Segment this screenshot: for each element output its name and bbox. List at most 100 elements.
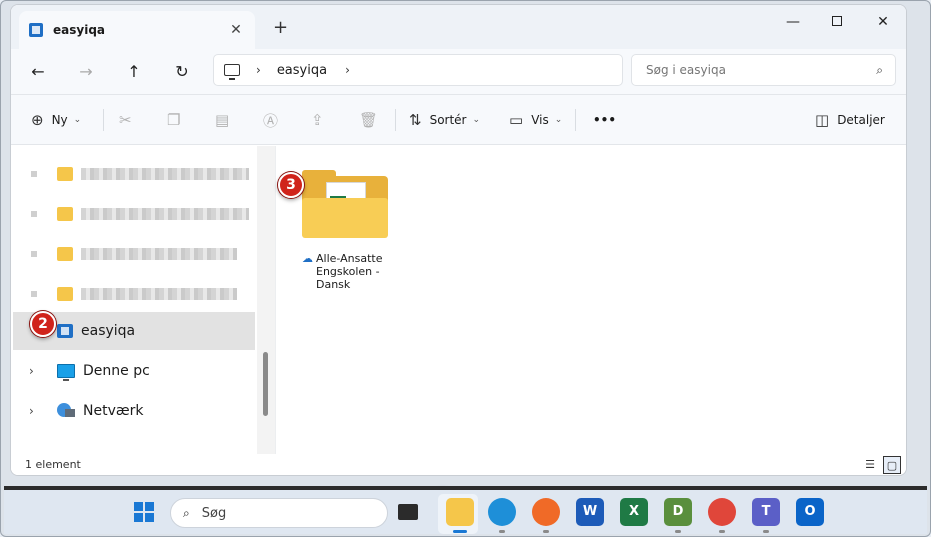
- breadcrumb-easyiqa[interactable]: easyiqa: [277, 63, 327, 78]
- new-button[interactable]: ⊕ Ny ⌄: [31, 107, 81, 133]
- running-indicator: [543, 530, 549, 533]
- cloud-status-icon: ☁: [302, 252, 313, 265]
- paste-button[interactable]: ▤: [215, 107, 229, 133]
- annotation-badge-2: 2: [30, 311, 56, 337]
- excel-icon[interactable]: X: [620, 498, 648, 526]
- share-button[interactable]: ⇪: [311, 107, 324, 133]
- command-bar: ⊕ Ny ⌄ ✂ ❐ ▤ Ⓐ ⇪ 🗑 ⇅ Sortér ⌄ ▭ Vis ⌄ ••…: [11, 95, 906, 145]
- toolbar-divider: [575, 109, 576, 131]
- folder-icon: [57, 207, 73, 221]
- sidebar-item-label: Denne pc: [83, 363, 150, 379]
- dynamics-icon[interactable]: D: [664, 498, 692, 526]
- sidebar-item-denne-pc[interactable]: › Denne pc: [13, 352, 255, 390]
- rename-icon: Ⓐ: [263, 111, 279, 130]
- address-bar[interactable]: › easyiqa ›: [213, 54, 623, 86]
- windows-start-icon[interactable]: [134, 502, 154, 522]
- tab-easyiqa[interactable]: easyiqa ✕: [19, 11, 255, 49]
- chevron-right-icon[interactable]: ›: [29, 364, 43, 378]
- file-caption: ☁ Alle-Ansatte Engskolen - Dansk: [302, 252, 402, 291]
- search-icon: ⌕: [183, 505, 190, 520]
- running-indicator: [675, 530, 681, 533]
- chevron-right-icon[interactable]: ›: [29, 404, 43, 418]
- edge-icon[interactable]: [488, 498, 516, 526]
- firefox-icon[interactable]: [532, 498, 560, 526]
- chrome-icon[interactable]: [708, 498, 736, 526]
- taskbar-search-label: Søg: [201, 505, 227, 521]
- teams-icon[interactable]: T: [752, 498, 780, 526]
- blurred-folder-row: [31, 206, 249, 222]
- file-explorer-window: easyiqa ✕ + — ✕ ← → ↑ ↻ › easyiqa › ⌕ ⊕ …: [10, 4, 907, 476]
- minimize-button[interactable]: —: [771, 11, 815, 33]
- details-button[interactable]: ◫ Detaljer: [815, 107, 885, 133]
- sidebar-item-label: Netværk: [83, 403, 144, 419]
- chevron-right-icon[interactable]: ›: [256, 63, 261, 77]
- tab-close-icon[interactable]: ✕: [227, 21, 245, 39]
- maximize-button[interactable]: [815, 11, 859, 33]
- running-indicator: [719, 530, 725, 533]
- rename-button[interactable]: Ⓐ: [263, 107, 278, 133]
- cloud-drive-icon: [57, 324, 73, 338]
- up-button[interactable]: ↑: [121, 59, 147, 85]
- folder-icon: [57, 287, 73, 301]
- clipboard-icon: ▤: [215, 111, 230, 129]
- task-view-icon[interactable]: [398, 504, 418, 520]
- new-tab-button[interactable]: +: [273, 19, 288, 37]
- folder-icon: [57, 247, 73, 261]
- scrollbar-thumb[interactable]: [263, 352, 268, 416]
- file-list: X ☁ Alle-Ansatte Engskolen - Dansk: [276, 146, 906, 454]
- view-icon: ▭: [509, 111, 524, 129]
- close-button[interactable]: ✕: [861, 11, 905, 33]
- chevron-right-icon[interactable]: ›: [345, 63, 350, 77]
- share-icon: ⇪: [311, 111, 324, 129]
- file-item[interactable]: X ☁ Alle-Ansatte Engskolen - Dansk: [298, 168, 390, 308]
- annotation-badge-3: 3: [278, 172, 304, 198]
- toolbar-divider: [395, 109, 396, 131]
- back-button[interactable]: ←: [25, 59, 51, 85]
- item-count: 1 element: [25, 458, 81, 471]
- copy-icon: ❐: [167, 111, 181, 129]
- outlook-icon[interactable]: O: [796, 498, 824, 526]
- folder-icon: [57, 167, 73, 181]
- details-label: Detaljer: [837, 113, 885, 127]
- running-indicator: [763, 530, 769, 533]
- taskbar-search[interactable]: ⌕ Søg: [170, 498, 388, 528]
- chevron-down-icon: ⌄: [554, 115, 563, 125]
- file-name: Alle-Ansatte Engskolen - Dansk: [316, 252, 383, 291]
- maximize-icon: [832, 16, 842, 26]
- details-view-button[interactable]: ☰: [861, 456, 879, 474]
- blurred-folder-row: [31, 246, 237, 262]
- blurred-folder-row: [31, 166, 249, 182]
- network-icon: [57, 403, 75, 419]
- details-pane-icon: ◫: [815, 111, 830, 129]
- view-button[interactable]: ▭ Vis ⌄: [509, 107, 562, 133]
- file-explorer-icon[interactable]: [446, 498, 474, 526]
- monitor-icon: [224, 64, 240, 80]
- word-icon[interactable]: W: [576, 498, 604, 526]
- blurred-folder-row: [31, 286, 237, 302]
- status-bar: 1 element ☰ ▢: [11, 454, 906, 475]
- sidebar-item-label: easyiqa: [81, 323, 136, 339]
- toolbar-divider: [103, 109, 104, 131]
- more-options-button[interactable]: •••: [593, 107, 616, 133]
- cloud-drive-icon: [29, 23, 43, 37]
- sidebar-scrollbar[interactable]: [257, 146, 275, 454]
- running-indicator: [453, 530, 467, 533]
- tiles-view-button[interactable]: ▢: [883, 456, 901, 474]
- cut-button[interactable]: ✂: [119, 107, 132, 133]
- sidebar-item-netvaerk[interactable]: › Netværk: [13, 392, 255, 430]
- search-box[interactable]: ⌕: [631, 54, 896, 86]
- sort-label: Sortér: [429, 113, 467, 127]
- more-icon: •••: [593, 113, 617, 127]
- search-input[interactable]: [632, 55, 852, 85]
- tab-label: easyiqa: [53, 23, 106, 37]
- title-bar: easyiqa ✕ + — ✕: [11, 5, 906, 49]
- chevron-down-icon: ⌄: [73, 115, 82, 125]
- running-indicator: [499, 530, 505, 533]
- delete-button[interactable]: 🗑: [359, 107, 378, 133]
- sort-button[interactable]: ⇅ Sortér ⌄: [409, 107, 480, 133]
- navigation-pane: easyiqa › Denne pc › Netværk: [11, 146, 257, 454]
- forward-button[interactable]: →: [73, 59, 99, 85]
- copy-button[interactable]: ❐: [167, 107, 180, 133]
- refresh-button[interactable]: ↻: [169, 59, 195, 85]
- plus-circle-icon: ⊕: [31, 111, 44, 129]
